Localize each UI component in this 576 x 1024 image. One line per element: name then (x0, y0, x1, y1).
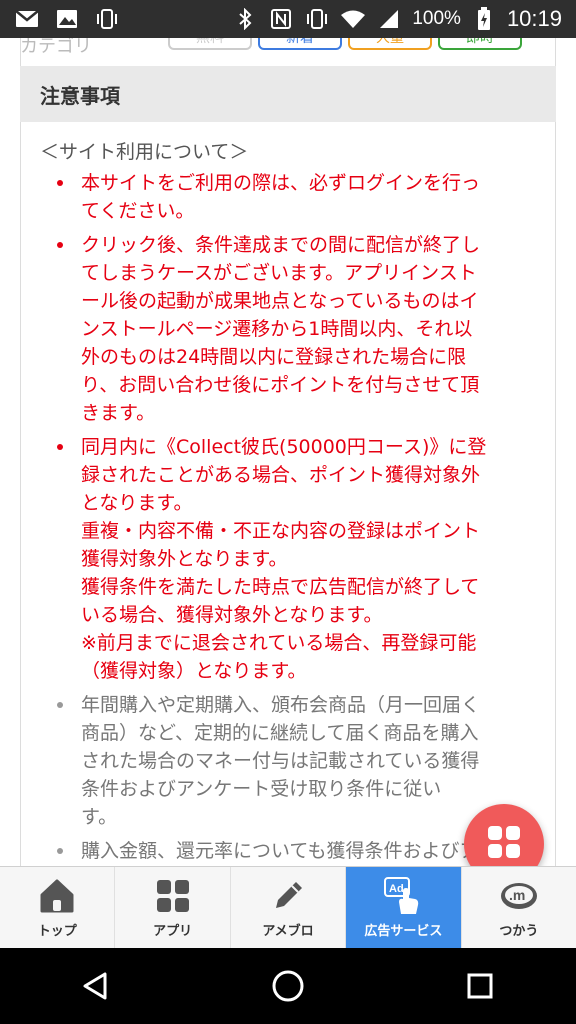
notice-item: 購入金額、還元率についても獲得条件およびア (40, 837, 520, 865)
category-chip-bulk[interactable]: 大量 (348, 38, 432, 50)
battery-icon (471, 7, 497, 30)
notice-line: きます。 (81, 402, 156, 424)
notice-line: 年間購入や定期購入、頒布会商品（月一回届く (81, 694, 481, 716)
notice-line: いる場合、獲得対象外となります。 (81, 604, 383, 626)
status-bar-right: 100% 10:19 (232, 6, 562, 32)
category-label: カテゴリ (20, 38, 92, 57)
tab-label: 広告サービス (364, 924, 443, 939)
vibrate-icon (94, 8, 120, 30)
notice-line: す。 (81, 806, 118, 828)
tab-label: アプリ (153, 924, 193, 939)
notice-line: 購入金額、還元率についても獲得条件およびア (81, 840, 479, 862)
section-title: ＜サイト利用について＞ (40, 141, 249, 163)
recents-button[interactable] (450, 956, 510, 1016)
tab-apps[interactable]: アプリ (115, 867, 231, 948)
notice-line: 外のものは24時間以内に登録された場合に限 (81, 346, 467, 368)
vibrate-icon (304, 8, 330, 30)
system-nav-bar (0, 948, 576, 1024)
grid-menu-icon (487, 825, 521, 863)
back-triangle-icon (83, 972, 107, 1000)
notice-line: 録されたことがある場合、ポイント獲得対象外 (81, 464, 481, 486)
notice-list: 本サイトをご利用の際は、必ずログインを行っ てください。 クリック後、条件達成ま… (40, 169, 520, 865)
status-bar-left (14, 8, 120, 30)
notice-line: 条件およびアンケート受け取り条件に従い (81, 778, 442, 800)
notice-line: 獲得対象外となります。 (81, 548, 288, 570)
notice-line: ンストールページ遷移から1時間以内、それ以 (81, 318, 473, 340)
notice-line: となります。 (81, 492, 193, 514)
back-button[interactable] (66, 956, 126, 1016)
notice-line: ール後の起動が成果地点となっているものはイ (81, 290, 479, 312)
notice-item: クリック後、条件達成までの間に配信が終了し てしまうケースがございます。アプリイ… (40, 231, 520, 427)
tab-top[interactable]: トップ (0, 867, 116, 948)
bullet (57, 444, 63, 450)
money-icon: .m (499, 876, 539, 916)
home-icon (37, 876, 77, 916)
bullet (57, 848, 63, 854)
image-icon (54, 8, 80, 30)
recents-square-icon (467, 973, 493, 999)
tab-ameblo[interactable]: アメブロ (231, 867, 347, 948)
svg-text:Ad: Ad (389, 883, 404, 895)
clock: 10:19 (506, 6, 562, 31)
bluetooth-icon (232, 8, 258, 30)
tab-label: トップ (37, 924, 77, 939)
tab-use[interactable]: .m つかう (462, 867, 576, 948)
notice-line: された場合のマネー付与は記載されている獲得 (81, 750, 480, 772)
notice-body: ＜サイト利用について＞ 本サイトをご利用の際は、必ずログインを行っ てください。… (40, 138, 520, 866)
category-chip-free[interactable]: 無料 (168, 38, 252, 50)
notice-line: 商品）など、定期的に継続して届く商品を購入 (81, 722, 479, 744)
bullet (57, 702, 63, 708)
tab-label: アメブロ (262, 924, 314, 939)
notice-line: クリック後、条件達成までの間に配信が終了し (81, 234, 481, 256)
notice-line: てください。 (81, 200, 195, 222)
gmail-icon (14, 8, 40, 30)
tab-ad-service[interactable]: Ad 広告サービス (346, 867, 462, 948)
notice-item: 同月内に《Collect彼氏(50000円コース)》に登 録されたことがある場合… (40, 433, 520, 685)
nfc-icon (268, 8, 294, 30)
status-bar: 100% 10:19 (0, 0, 576, 38)
notice-line: 同月内に《Collect彼氏(50000円コース)》に登 (81, 436, 487, 458)
category-chip-instant[interactable]: 即時 (438, 38, 522, 50)
bottom-tab-bar: トップ アプリ アメブロ Ad 広告サービス .m つかう (0, 866, 576, 948)
wifi-icon (340, 8, 366, 30)
notice-item: 年間購入や定期購入、頒布会商品（月一回届く 商品）など、定期的に継続して届く商品… (40, 691, 520, 831)
category-chip-new[interactable]: 新着 (258, 38, 342, 50)
notice-header: 注意事項 (20, 66, 556, 122)
notice-line: り、お問い合わせ後にポイントを付与させて頂 (81, 374, 480, 396)
ad-tap-icon: Ad (383, 876, 423, 916)
home-circle-icon (272, 970, 304, 1002)
tab-label: つかう (499, 924, 539, 939)
bullet (57, 242, 63, 248)
notice-line: てしまうケースがございます。アプリインスト (81, 262, 477, 284)
notice-line: 本サイトをご利用の際は、必ずログインを行っ (81, 172, 481, 194)
bullet (57, 180, 63, 186)
battery-percent: 100% (412, 8, 461, 29)
main-content[interactable]: カテゴリ 無料 新着 大量 即時 注意事項 ＜サイト利用について＞ 本サイトをご… (0, 38, 576, 866)
notice-line: 獲得条件を満たした時点で広告配信が終了して (81, 576, 480, 598)
notice-line: ※前月までに退会されている場合、再登録可能 (81, 632, 477, 654)
home-button[interactable] (258, 956, 318, 1016)
svg-text:.m: .m (509, 887, 525, 903)
signal-icon (376, 8, 402, 30)
notice-line: （獲得対象）となります。 (81, 660, 307, 682)
notice-line: 重複・内容不備・不正な内容の登録はポイント (81, 520, 481, 542)
notice-item: 本サイトをご利用の際は、必ずログインを行っ てください。 (40, 169, 520, 225)
apps-grid-icon (153, 876, 193, 916)
pencil-icon (268, 876, 308, 916)
